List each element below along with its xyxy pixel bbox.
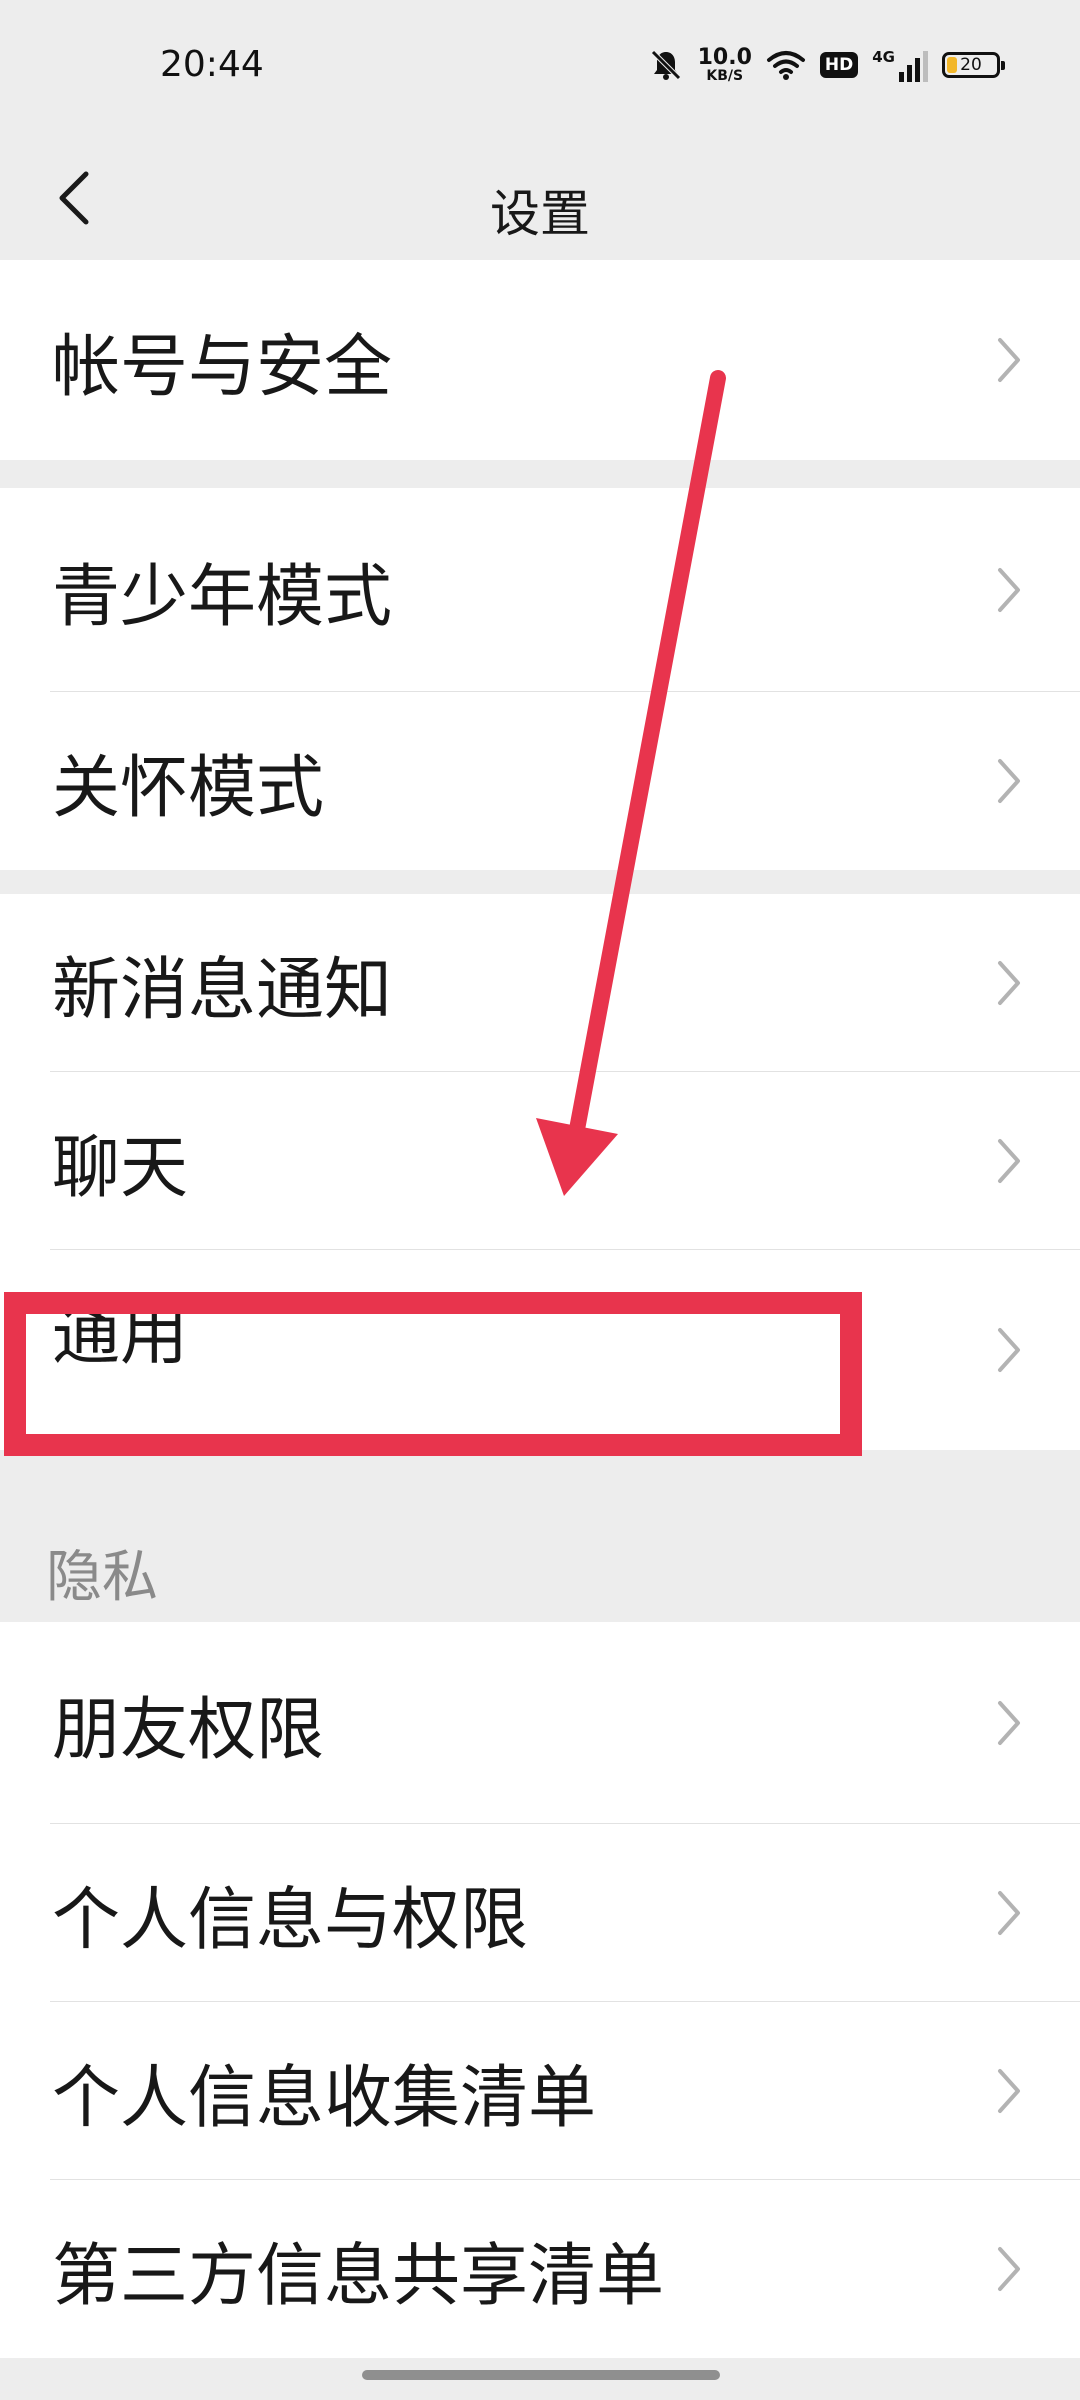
arrow-down-annotation [536, 370, 726, 1196]
home-indicator [362, 2370, 720, 2380]
